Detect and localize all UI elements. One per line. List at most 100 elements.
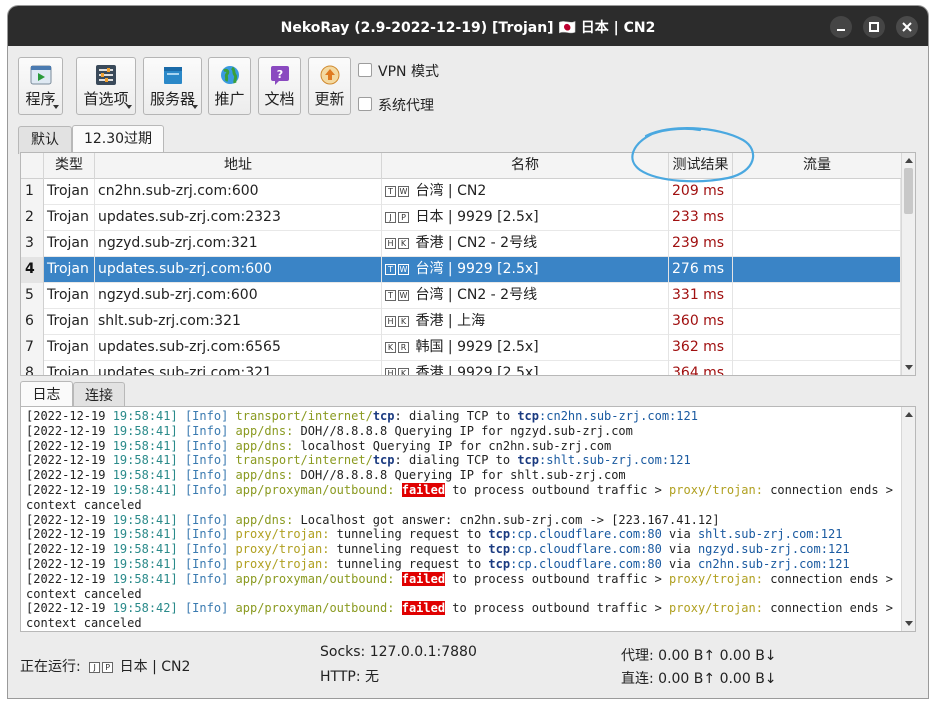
table-row[interactable]: 1 Trojan cn2hn.sub-zrj.com:600 T W 台湾 | CN2 2…: [21, 179, 901, 205]
table-row[interactable]: 7 Trojan updates.sub-zrj.com:6565 K R 韩国 | 9…: [21, 335, 901, 361]
log-line: [2022-12-19 19:58:41] [Info] app/dns: Lo…: [26, 513, 897, 528]
table-row[interactable]: 8 Trojan updates.sub-zrj.com:321 H K 香港 | 99…: [21, 361, 901, 376]
cell-type: Trojan: [44, 361, 95, 375]
log-time: 19:58:41]: [112, 482, 178, 497]
update-button[interactable]: 更新: [308, 57, 351, 115]
log-message: via: [661, 556, 698, 571]
table-row[interactable]: 6 Trojan shlt.sub-zrj.com:321 H K 香港 | 上海 360…: [21, 309, 901, 335]
cell-address: shlt.sub-zrj.com:321: [95, 309, 382, 335]
header-type[interactable]: 类型: [44, 153, 95, 179]
minimize-button[interactable]: [830, 16, 852, 38]
log-line: context canceled: [26, 587, 897, 602]
close-button[interactable]: [896, 16, 918, 38]
log-proxy: proxy/trojan:: [669, 482, 763, 497]
server-name: 香港 | 9929 [2.5x]: [411, 365, 539, 376]
log-time: 19:58:41]: [112, 423, 178, 438]
chevron-down-icon: [126, 105, 132, 109]
row-number: 4: [21, 257, 44, 283]
log-keyword: tcp: [517, 453, 540, 468]
flag-icon: T: [385, 186, 396, 197]
log-level: [Info]: [177, 482, 236, 497]
cell-traffic: [733, 205, 901, 231]
log-url: :cp.cloudflare.com:80: [510, 527, 662, 542]
log-message: Localhost got answer: cn2hn.sub-zrj.com …: [293, 512, 720, 527]
tab-default[interactable]: 默认: [18, 126, 72, 154]
scroll-up-icon[interactable]: [905, 412, 913, 417]
tab-12-30[interactable]: 12.30过期: [72, 125, 164, 155]
system-proxy-label: 系统代理: [378, 98, 434, 114]
header-test-result[interactable]: 测试结果: [669, 153, 733, 179]
header-address[interactable]: 地址: [95, 153, 382, 179]
update-icon: [320, 65, 339, 85]
log-url: :cp.cloudflare.com:80: [510, 556, 662, 571]
update-label: 更新: [314, 90, 345, 108]
program-button[interactable]: 程序: [18, 57, 63, 115]
log-line: [2022-12-19 19:58:42] [Info] app/proxyma…: [26, 601, 897, 616]
scroll-up-icon[interactable]: [905, 158, 913, 163]
cell-traffic: [733, 283, 901, 309]
header-name[interactable]: 名称: [382, 153, 669, 179]
log-date: [2022-12-19: [26, 468, 113, 483]
flag-icon: P: [102, 662, 114, 673]
svg-text:?: ?: [276, 68, 282, 81]
log-module: app/proxyman/outbound:: [235, 482, 395, 497]
table-row[interactable]: 2 Trojan updates.sub-zrj.com:2323 J P 日本 | 9…: [21, 205, 901, 231]
title-bar[interactable]: NekoRay (2.9-2022-12-19) [Trojan] 🇯🇵 日本 …: [8, 6, 928, 46]
table-row[interactable]: 3 Trojan ngzyd.sub-zrj.com:321 H K 香港 | CN2 …: [21, 231, 901, 257]
cell-name: TW 台湾 | 9929 [2.5x]: [382, 257, 669, 283]
table-row[interactable]: 4 Trojan updates.sub-zrj.com:600 T W 台湾 | 99…: [21, 257, 901, 283]
log-continuation: context canceled: [26, 586, 142, 601]
cell-type: Trojan: [44, 257, 95, 283]
log-level: [Info]: [177, 542, 236, 557]
table-row[interactable]: 5 Trojan ngzyd.sub-zrj.com:600 T W 台湾 | CN2 …: [21, 283, 901, 309]
log-text: [2022-12-19 19:58:41] [Info] transport/i…: [26, 409, 897, 631]
log-scrollbar[interactable]: [901, 407, 915, 631]
flag-icon: H: [385, 238, 396, 249]
log-line: [2022-12-19 19:58:41] [Info] transport/i…: [26, 453, 897, 468]
cell-latency: 239 ms: [669, 231, 733, 257]
main-window: NekoRay (2.9-2022-12-19) [Trojan] 🇯🇵 日本 …: [8, 6, 928, 698]
log-continuation: context canceled: [26, 616, 142, 631]
log-module: app/dns:: [235, 423, 294, 438]
log-proxy: proxy/trojan:: [669, 601, 763, 616]
scroll-down-icon[interactable]: [905, 621, 913, 626]
help-icon: ?: [270, 66, 289, 85]
flag-icon: K: [398, 238, 409, 249]
docs-label: 文档: [264, 90, 295, 108]
row-number: 5: [21, 283, 44, 309]
status-bar: 正在运行: JP 日本 | CN2 Socks: 127.0.0.1:7880 …: [8, 636, 928, 696]
flag-icon: K: [385, 342, 396, 353]
log-fragment: [394, 601, 401, 615]
system-proxy-box[interactable]: [358, 97, 372, 111]
log-view[interactable]: [2022-12-19 19:58:41] [Info] transport/i…: [20, 406, 916, 632]
server-name: 香港 | 上海: [411, 313, 486, 329]
docs-button[interactable]: ? 文档: [258, 57, 301, 115]
preferences-button[interactable]: 首选项: [76, 57, 136, 115]
vpn-mode-box[interactable]: [358, 63, 372, 77]
promotion-label: 推广: [214, 90, 245, 108]
cell-address: ngzyd.sub-zrj.com:321: [95, 231, 382, 257]
maximize-button[interactable]: [863, 16, 885, 38]
header-traffic[interactable]: 流量: [733, 153, 901, 179]
cell-latency: 362 ms: [669, 335, 733, 361]
server-button[interactable]: 服务器: [143, 57, 202, 115]
log-line: [2022-12-19 19:58:41] [Info] transport/i…: [26, 409, 897, 424]
scroll-thumb[interactable]: [904, 168, 913, 214]
flag-icon: T: [385, 264, 396, 275]
table-scrollbar[interactable]: [901, 153, 915, 375]
log-time: 19:58:41]: [112, 468, 178, 483]
log-host: cn2hn.sub-zrj.com:121: [697, 556, 850, 571]
cell-type: Trojan: [44, 205, 95, 231]
scroll-down-icon[interactable]: [905, 365, 913, 370]
log-message: tunneling request to: [329, 556, 489, 571]
log-message: connection ends >: [762, 601, 894, 616]
log-message: via: [661, 527, 698, 542]
log-line: context canceled: [26, 498, 897, 513]
log-message: tunneling request to: [329, 527, 489, 542]
cell-type: Trojan: [44, 309, 95, 335]
log-url: :cp.cloudflare.com:80: [510, 542, 662, 557]
promotion-button[interactable]: 推广: [208, 57, 251, 115]
cell-name: HK 香港 | 9929 [2.5x]: [382, 361, 669, 376]
chevron-down-icon: [53, 105, 59, 109]
server-name: 台湾 | CN2 - 2号线: [411, 287, 538, 303]
